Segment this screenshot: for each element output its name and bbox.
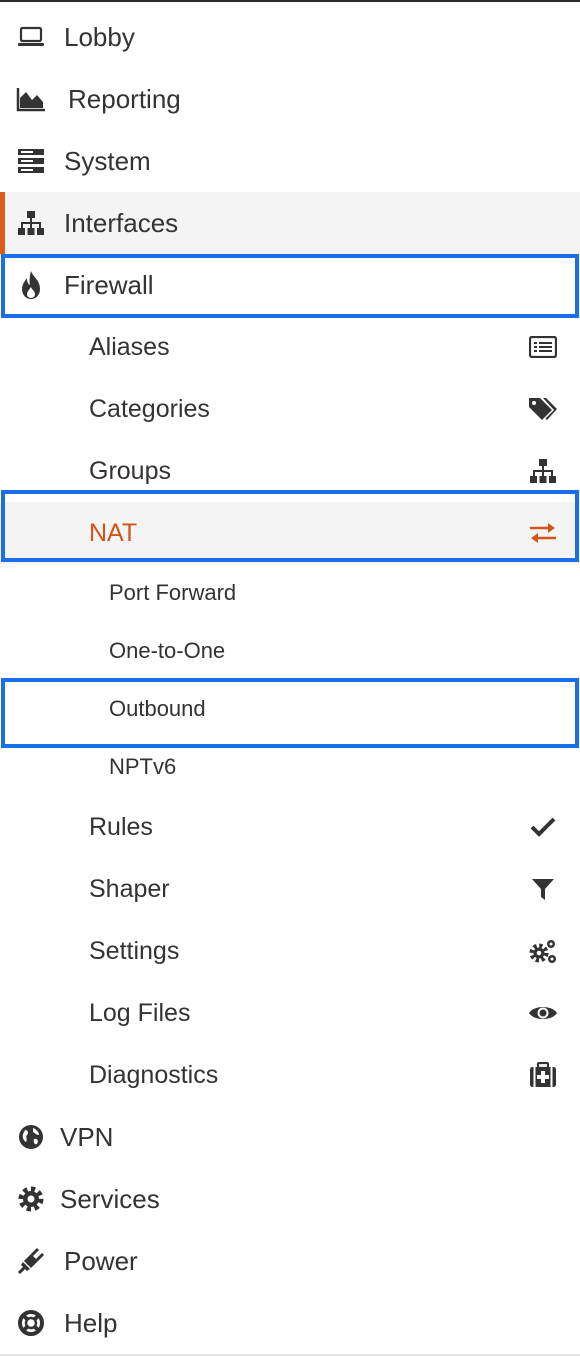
menu-label: Port Forward — [109, 580, 237, 605]
submenu-item-log-files[interactable]: Log Files — [0, 982, 580, 1044]
gear-icon — [16, 1184, 46, 1214]
menu-label: Categories — [89, 394, 210, 423]
menu-label: NAT — [89, 518, 138, 547]
life-ring-icon — [16, 1308, 46, 1338]
sitemap-icon — [16, 208, 46, 238]
menu-label: Firewall — [64, 269, 154, 300]
submenu-item-diagnostics[interactable]: Diagnostics — [0, 1044, 580, 1106]
globe-icon — [16, 1122, 46, 1152]
menu-label: One-to-One — [109, 638, 226, 663]
tags-icon — [528, 394, 558, 424]
sidebar-menu: Lobby Reporting System Interfaces Firewa… — [0, 0, 580, 1356]
menu-label: VPN — [60, 1121, 114, 1152]
menu-label: Outbound — [109, 696, 206, 721]
nat-item-nptv6[interactable]: NPTv6 — [0, 738, 580, 796]
eye-icon — [528, 998, 558, 1028]
menu-label: Interfaces — [64, 207, 179, 238]
menu-item-reporting[interactable]: Reporting — [0, 68, 580, 130]
menu-item-firewall[interactable]: Firewall — [0, 254, 580, 316]
menu-label: Power — [64, 1245, 138, 1276]
menu-label: Services — [60, 1183, 160, 1214]
fire-icon — [16, 270, 46, 300]
menu-label: Help — [64, 1307, 118, 1338]
area-chart-icon — [16, 84, 46, 114]
laptop-icon — [16, 22, 46, 52]
menu-item-lobby[interactable]: Lobby — [0, 6, 580, 68]
menu-label: NPTv6 — [109, 754, 177, 779]
menu-item-services[interactable]: Services — [0, 1168, 580, 1230]
submenu-item-categories[interactable]: Categories — [0, 378, 580, 440]
menu-item-interfaces[interactable]: Interfaces — [0, 192, 580, 254]
menu-label: Diagnostics — [89, 1060, 219, 1089]
nat-item-port-forward[interactable]: Port Forward — [0, 564, 580, 622]
filter-icon — [528, 874, 558, 904]
submenu-item-settings[interactable]: Settings — [0, 920, 580, 982]
menu-item-help[interactable]: Help — [0, 1292, 580, 1354]
medkit-icon — [528, 1060, 558, 1090]
menu-label: Groups — [89, 456, 171, 485]
nat-item-one-to-one[interactable]: One-to-One — [0, 622, 580, 680]
submenu-item-nat[interactable]: NAT — [0, 502, 580, 564]
menu-label: Log Files — [89, 998, 191, 1027]
cogs-icon — [528, 936, 558, 966]
menu-label: Reporting — [68, 83, 181, 114]
submenu-item-groups[interactable]: Groups — [0, 440, 580, 502]
menu-label: Settings — [89, 936, 180, 965]
menu-label: Aliases — [89, 332, 170, 361]
plug-icon — [16, 1246, 46, 1276]
check-icon — [528, 812, 558, 842]
submenu-item-rules[interactable]: Rules — [0, 796, 580, 858]
server-icon — [16, 146, 46, 176]
menu-label: Lobby — [64, 21, 135, 52]
menu-label: Rules — [89, 812, 153, 841]
submenu-item-shaper[interactable]: Shaper — [0, 858, 580, 920]
menu-item-vpn[interactable]: VPN — [0, 1106, 580, 1168]
submenu-item-aliases[interactable]: Aliases — [0, 316, 580, 378]
list-alt-icon — [528, 332, 558, 362]
sitemap-icon — [528, 456, 558, 486]
menu-item-system[interactable]: System — [0, 130, 580, 192]
menu-label: System — [64, 145, 151, 176]
menu-item-power[interactable]: Power — [0, 1230, 580, 1292]
menu-label: Shaper — [89, 874, 170, 903]
nat-item-outbound[interactable]: Outbound — [0, 680, 580, 738]
exchange-icon — [528, 518, 558, 548]
